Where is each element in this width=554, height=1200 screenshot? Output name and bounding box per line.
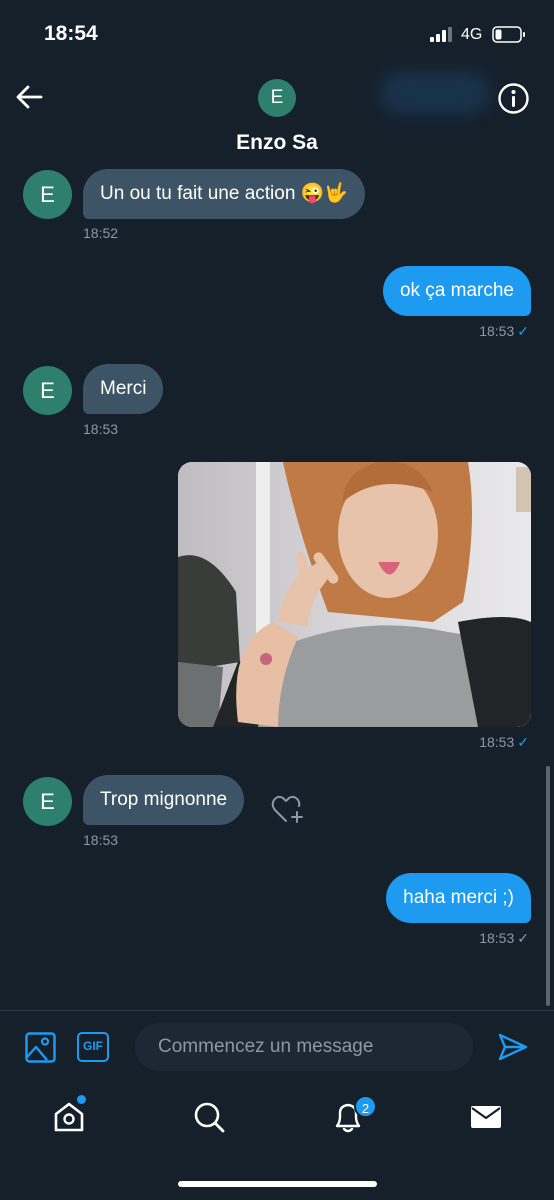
home-icon[interactable] (52, 1100, 86, 1134)
avatar[interactable]: E (23, 777, 72, 826)
message-bubble-incoming[interactable]: Trop mignonne (83, 775, 245, 825)
time-text: 18:53 (479, 734, 515, 750)
message-timestamp: 18:53 (83, 832, 119, 848)
message-timestamp: 18:53 ✓ (479, 930, 529, 947)
message-bubble-incoming[interactable]: Merci (83, 364, 164, 414)
battery-icon (492, 26, 525, 43)
sent-check-icon: ✓ (517, 930, 529, 946)
message-timestamp: 18:53 (83, 421, 119, 437)
search-icon[interactable] (192, 1100, 226, 1134)
message-timestamp: 18:53 ✓ (479, 734, 529, 751)
message-timestamp: 18:53 ✓ (479, 323, 529, 340)
add-reaction-icon[interactable] (270, 792, 306, 826)
image-icon[interactable] (25, 1032, 56, 1063)
sent-check-icon: ✓ (517, 323, 529, 339)
conversation-header: E Enzo Sa (0, 70, 554, 170)
message-image[interactable] (178, 462, 531, 727)
message-input[interactable] (135, 1023, 473, 1071)
avatar[interactable]: E (23, 366, 72, 415)
blurred-element (380, 72, 490, 114)
send-icon[interactable] (497, 1031, 529, 1063)
avatar[interactable]: E (23, 170, 72, 219)
info-icon[interactable] (497, 82, 530, 115)
message-bubble-incoming[interactable]: Un ou tu fait une action 😜🤟 (83, 169, 366, 219)
cellular-signal-icon (430, 27, 452, 42)
contact-name[interactable]: Enzo Sa (0, 131, 554, 155)
bottom-tab-bar: 2 (0, 1084, 554, 1200)
time-text: 18:53 (479, 930, 515, 946)
header-avatar[interactable]: E (258, 79, 296, 117)
scrollbar[interactable] (546, 766, 550, 1006)
sent-check-icon: ✓ (517, 734, 529, 750)
messages-envelope-icon[interactable] (469, 1100, 503, 1134)
time-text: 18:53 (479, 323, 515, 339)
notifications-badge: 2 (354, 1095, 377, 1118)
new-content-dot (77, 1095, 86, 1104)
status-bar: 18:54 4G (0, 0, 554, 70)
network-type: 4G (461, 26, 483, 43)
message-composer: GIF (0, 1010, 554, 1084)
gif-icon[interactable]: GIF (77, 1032, 109, 1062)
back-arrow-icon[interactable] (14, 82, 44, 112)
message-bubble-outgoing[interactable]: haha merci ;) (386, 873, 531, 923)
message-timestamp: 18:52 (83, 225, 119, 241)
message-bubble-outgoing[interactable]: ok ça marche (382, 266, 531, 316)
status-time: 18:54 (44, 22, 98, 45)
selfie-photo (178, 462, 531, 727)
home-indicator (178, 1181, 377, 1187)
